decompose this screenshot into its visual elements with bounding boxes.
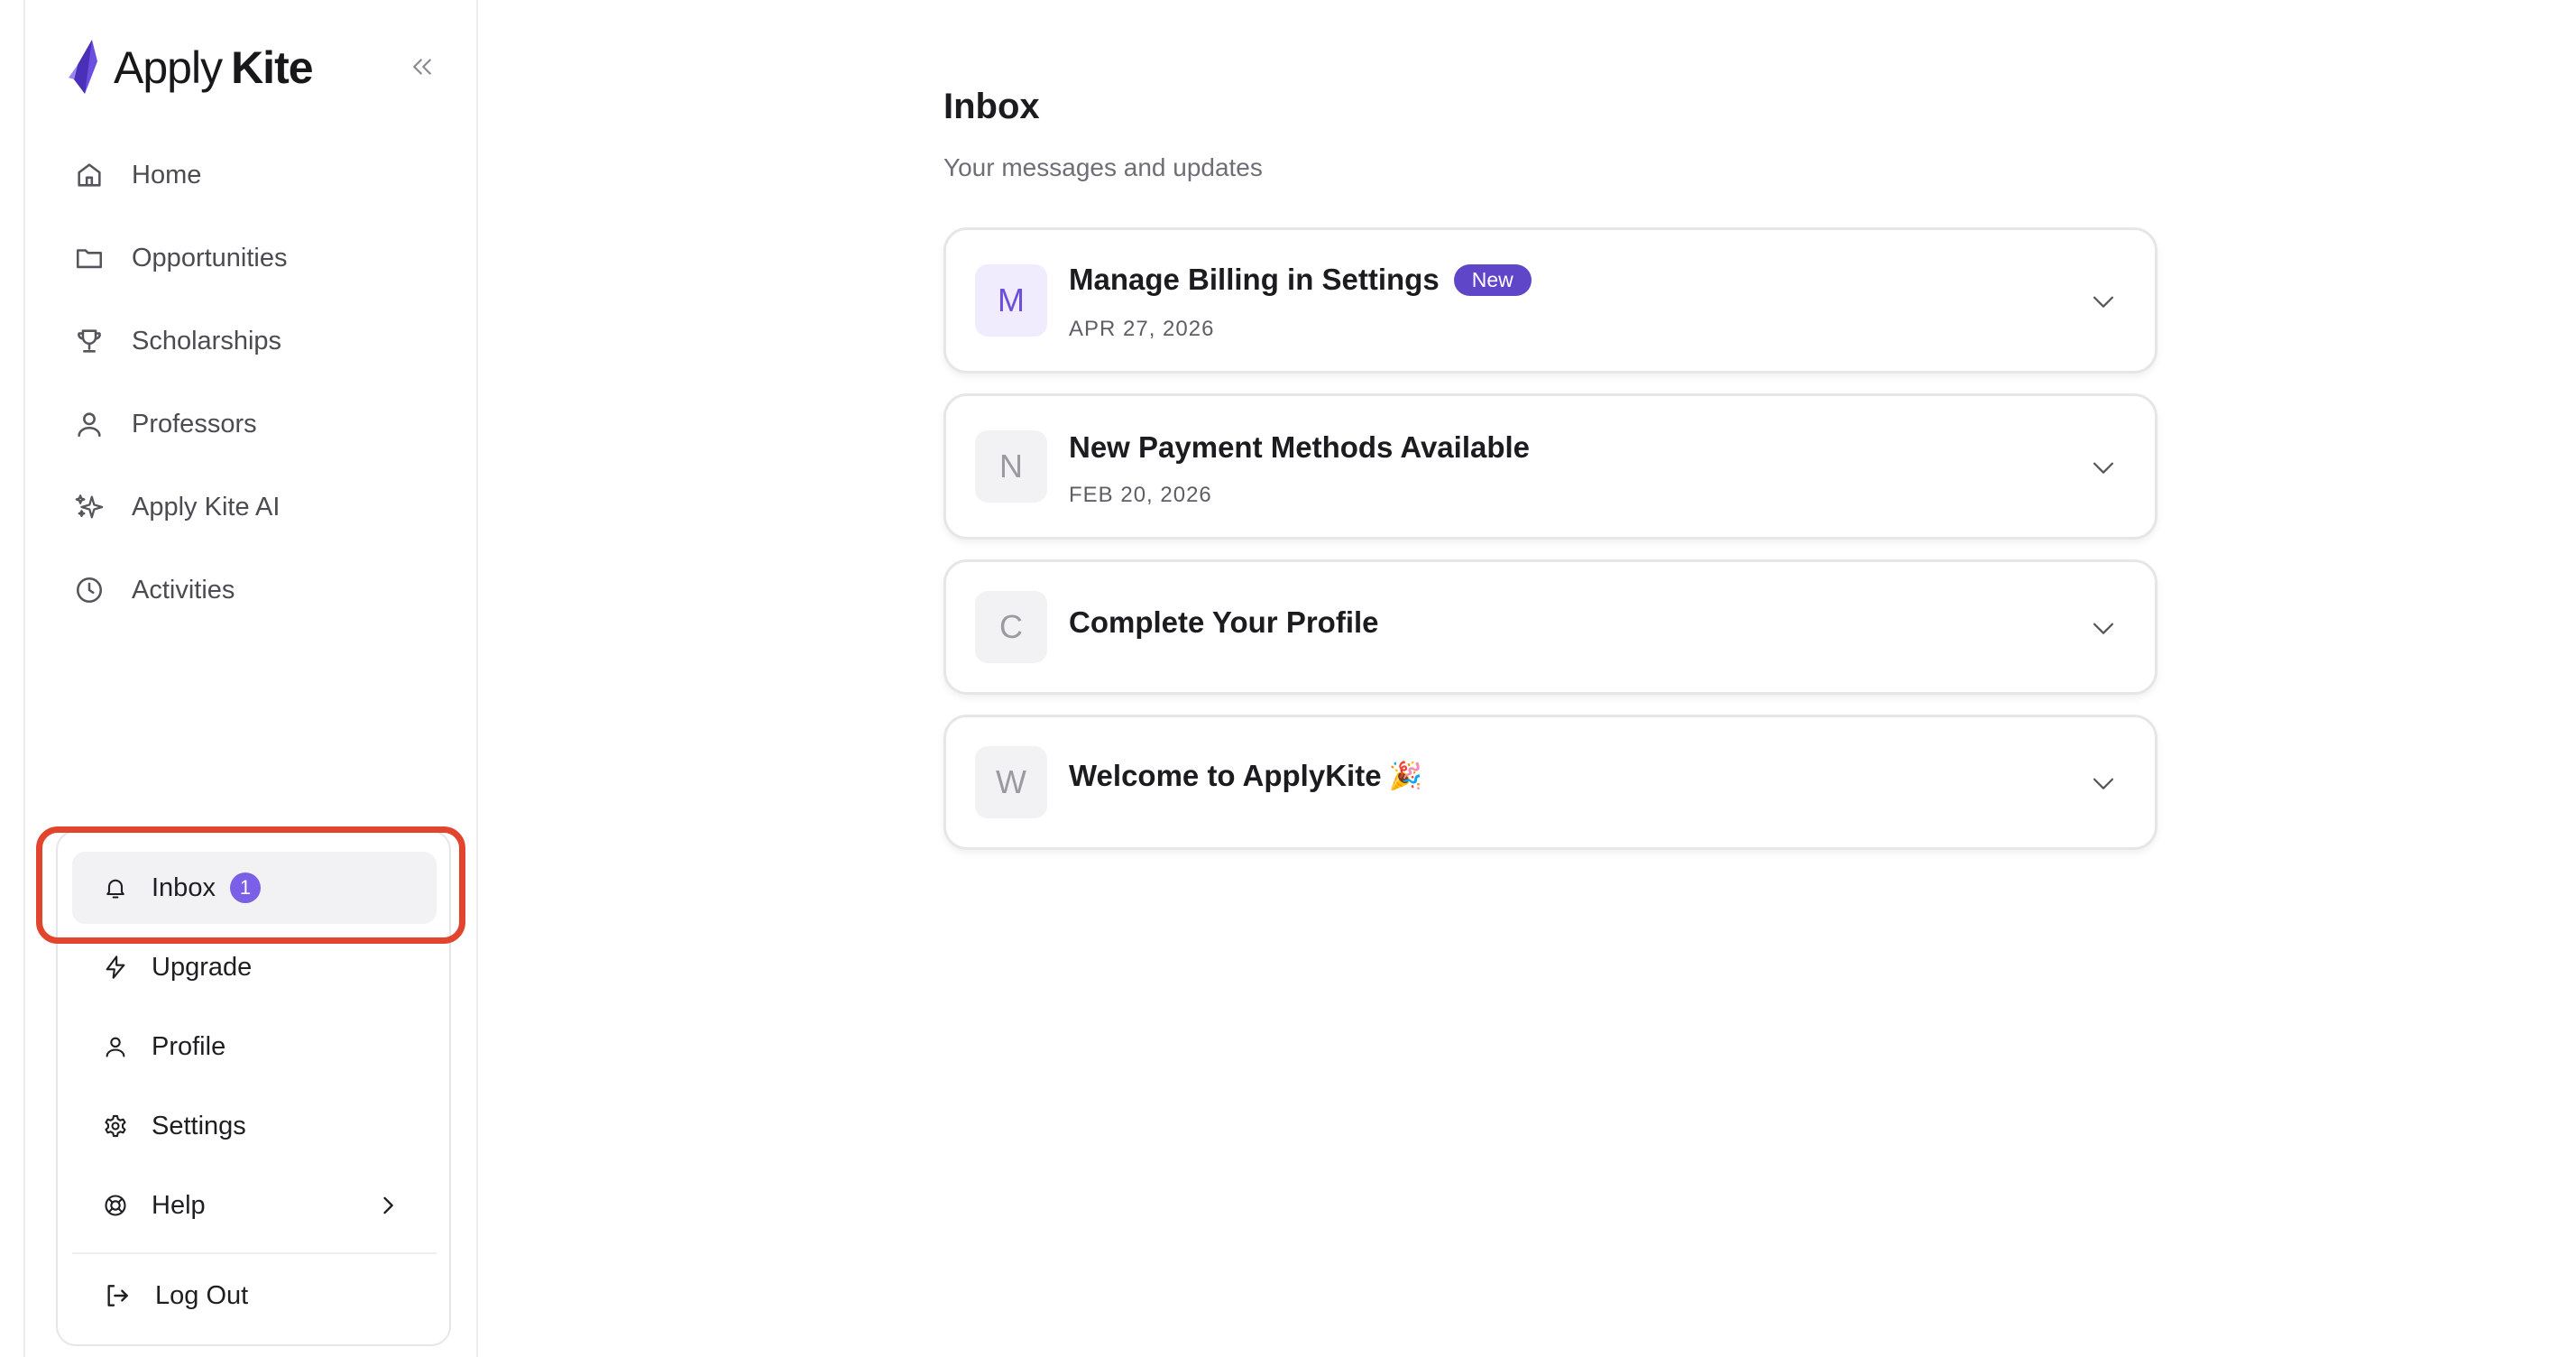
sidebar: Apply Kite Home Opportunities Scholarship… [23, 0, 478, 1357]
message-title: Manage Billing in Settings [1069, 263, 1440, 296]
message-card[interactable]: M Manage Billing in Settings New APR 27,… [943, 227, 2157, 374]
sidebar-item-apply-kite-ai[interactable]: Apply Kite AI [74, 466, 453, 549]
message-avatar: M [975, 264, 1047, 337]
message-title: Complete Your Profile [1069, 605, 1379, 639]
new-badge: New [1453, 263, 1532, 296]
party-emoji-icon: 🎉 [1388, 761, 1422, 791]
clock-icon [76, 577, 103, 604]
menu-item-settings[interactable]: Settings [72, 1090, 437, 1162]
menu-divider [72, 1252, 437, 1254]
kite-logo-icon [69, 40, 97, 94]
sidebar-item-label: Professors [132, 409, 257, 438]
message-card[interactable]: N New Payment Methods Available FEB 20, … [943, 393, 2157, 540]
menu-item-logout[interactable]: Log Out [72, 1260, 437, 1332]
menu-item-inbox[interactable]: Inbox 1 [72, 852, 437, 924]
message-card[interactable]: W Welcome to ApplyKite 🎉 [943, 715, 2157, 850]
app-logo[interactable]: Apply Kite [65, 36, 314, 99]
chevrons-left-icon [413, 59, 431, 75]
sidebar-item-label: Apply Kite AI [132, 492, 281, 522]
menu-item-label: Upgrade [152, 952, 253, 982]
message-date: FEB 20, 2026 [1069, 483, 1212, 507]
menu-item-label: Settings [152, 1111, 246, 1140]
message-avatar: W [975, 746, 1047, 818]
chevron-down-icon[interactable] [2088, 286, 2119, 317]
menu-item-label: Profile [152, 1031, 226, 1061]
message-card[interactable]: C Complete Your Profile [943, 559, 2157, 695]
message-title: New Payment Methods Available [1069, 430, 1531, 464]
user-icon [106, 1037, 125, 1057]
sidebar-item-activities[interactable]: Activities [74, 549, 453, 632]
page-subtitle: Your messages and updates [943, 153, 1263, 181]
sidebar-item-label: Activities [132, 575, 235, 605]
home-icon [78, 163, 101, 187]
message-avatar: N [975, 430, 1047, 503]
menu-item-help[interactable]: Help [72, 1169, 437, 1242]
collapse-sidebar-button[interactable] [402, 47, 442, 87]
sidebar-item-scholarships[interactable]: Scholarships [74, 300, 453, 383]
menu-item-profile[interactable]: Profile [72, 1011, 437, 1083]
sidebar-item-label: Opportunities [132, 243, 288, 272]
page-title: Inbox [943, 87, 1040, 126]
lightning-icon [106, 955, 125, 979]
menu-item-label: Help [152, 1190, 206, 1220]
menu-item-label: Log Out [155, 1280, 249, 1310]
message-avatar: C [975, 591, 1047, 663]
logo-word-kite: Kite [231, 42, 313, 93]
trophy-icon [78, 329, 101, 353]
logout-icon [107, 1285, 128, 1306]
chevron-down-icon[interactable] [2088, 613, 2119, 643]
sidebar-item-label: Scholarships [132, 326, 282, 355]
message-date: APR 27, 2026 [1069, 317, 1215, 341]
sparkles-icon [75, 494, 104, 519]
sidebar-item-professors[interactable]: Professors [74, 383, 453, 466]
account-menu: Inbox 1 Upgrade Profile Settings Help Lo… [56, 830, 451, 1346]
chevron-down-icon[interactable] [2088, 768, 2119, 799]
chevron-right-icon [383, 1196, 393, 1214]
sidebar-item-home[interactable]: Home [74, 134, 453, 217]
main-nav: Home Opportunities Scholarships Professo… [74, 134, 453, 632]
menu-item-label: Inbox [152, 872, 216, 902]
user-icon [78, 412, 101, 438]
chevron-down-icon[interactable] [2088, 452, 2119, 483]
message-title: Welcome to ApplyKite [1069, 759, 1382, 792]
bell-icon [106, 879, 124, 899]
gear-icon [105, 1114, 126, 1138]
menu-item-upgrade[interactable]: Upgrade [72, 931, 437, 1003]
sidebar-item-label: Home [132, 160, 202, 189]
lifebuoy-icon [105, 1195, 126, 1216]
sidebar-item-opportunities[interactable]: Opportunities [74, 217, 453, 300]
logo-word-apply: Apply [114, 42, 223, 93]
folder-icon [76, 249, 103, 269]
unread-count-badge: 1 [229, 872, 261, 903]
